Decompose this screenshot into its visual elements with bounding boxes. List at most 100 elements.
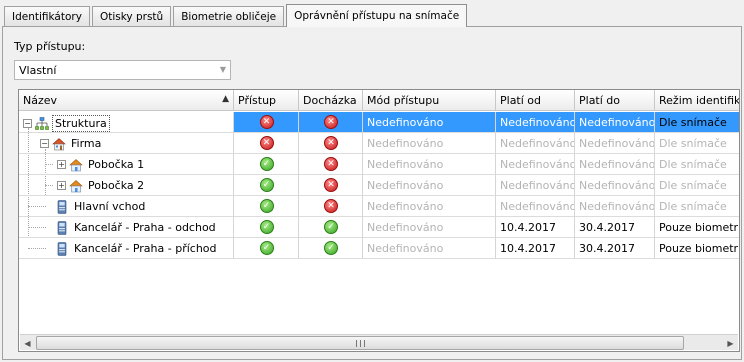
access-cell[interactable]: ✕ (234, 112, 299, 133)
name-cell[interactable]: − Firma (19, 133, 234, 154)
attendance-cell[interactable]: ✓ (299, 238, 363, 259)
tree-node-label[interactable]: Kancelář - Praha - příchod (72, 241, 219, 256)
identification-mode-cell[interactable]: Dle snímače (655, 112, 739, 133)
attendance-cell[interactable]: ✓ (299, 217, 363, 238)
horizontal-scrollbar[interactable]: ◀ ▶ (20, 334, 738, 350)
attendance-cell[interactable]: ✕ (299, 154, 363, 175)
scroll-left-icon[interactable]: ◀ (20, 336, 35, 350)
name-cell[interactable]: + Pobočka 2 (19, 175, 234, 196)
attendance-cell[interactable]: ✕ (299, 133, 363, 154)
valid-from-cell[interactable]: 10.4.2017 (496, 238, 575, 259)
valid-to-cell[interactable]: Nedefinováno (575, 175, 655, 196)
tab-biometrie-obliceje[interactable]: Biometrie obličeje (173, 6, 285, 26)
valid-from-cell[interactable]: Nedefinováno (496, 112, 575, 133)
access-mode-cell[interactable]: Nedefinováno (363, 112, 496, 133)
tab-identifikatory[interactable]: Identifikátory (4, 6, 90, 26)
access-mode-cell[interactable]: Nedefinováno (363, 133, 496, 154)
tree-node-label[interactable]: Struktura (52, 115, 110, 132)
name-cell[interactable]: − Struktura (19, 112, 234, 133)
table-row[interactable]: − Firma ✕ ✕ Nedefinováno Nedefinováno Nedefino… (19, 133, 739, 154)
check-icon[interactable]: ✓ (259, 220, 274, 234)
attendance-cell[interactable]: ✕ (299, 196, 363, 217)
attendance-cell[interactable]: ✕ (299, 112, 363, 133)
valid-from-cell[interactable]: Nedefinováno (496, 175, 575, 196)
access-type-combo[interactable]: Vlastní ▼ (14, 60, 231, 80)
table-row[interactable]: − Struktura ✕ ✕ Nedefinováno Nedefinováno Nede… (19, 112, 739, 133)
table-row[interactable]: Kancelář - Praha - příchod ✓ ✓ Nedefinováno… (19, 238, 739, 259)
branch-house-icon (69, 179, 83, 193)
collapse-icon[interactable]: − (23, 119, 32, 128)
valid-from-cell[interactable]: Nedefinováno (496, 133, 575, 154)
name-cell[interactable]: Kancelář - Praha - odchod (19, 217, 234, 238)
tree-node-label[interactable]: Kancelář - Praha - odchod (72, 220, 218, 235)
check-icon[interactable]: ✓ (259, 241, 274, 255)
column-header-dochazka[interactable]: Docházka (299, 90, 363, 111)
deny-icon[interactable]: ✕ (259, 136, 274, 150)
attendance-cell[interactable]: ✕ (299, 175, 363, 196)
access-cell[interactable]: ✓ (234, 238, 299, 259)
identification-mode-cell[interactable]: Dle snímače (655, 175, 739, 196)
tree-node-label[interactable]: Firma (69, 136, 103, 151)
identification-mode-cell[interactable]: Pouze biometri (655, 217, 739, 238)
identification-mode-cell[interactable]: Dle snímače (655, 133, 739, 154)
name-cell[interactable]: Hlavní vchod (19, 196, 234, 217)
tree-node-label[interactable]: Pobočka 1 (86, 157, 146, 172)
deny-icon[interactable]: ✕ (324, 157, 338, 171)
chevron-down-icon[interactable]: ▼ (220, 65, 226, 74)
column-header-nazev[interactable]: Název ▲ (19, 90, 234, 111)
collapse-icon[interactable]: − (40, 139, 49, 148)
column-header-plati-do[interactable]: Platí do (575, 90, 655, 111)
name-cell[interactable]: + Pobočka 1 (19, 154, 234, 175)
identification-mode-cell[interactable]: Dle snímače (655, 196, 739, 217)
column-header-plati-od[interactable]: Platí od (496, 90, 575, 111)
deny-icon[interactable]: ✕ (324, 199, 338, 213)
access-mode-cell[interactable]: Nedefinováno (363, 217, 496, 238)
access-cell[interactable]: ✓ (234, 154, 299, 175)
tree-node-label[interactable]: Pobočka 2 (86, 178, 146, 193)
tab-otisky-prstu[interactable]: Otisky prstů (91, 6, 172, 26)
deny-icon[interactable]: ✕ (324, 115, 338, 129)
expand-icon[interactable]: + (57, 160, 66, 169)
valid-to-cell[interactable]: 30.4.2017 (575, 217, 655, 238)
valid-to-cell[interactable]: 30.4.2017 (575, 238, 655, 259)
check-icon[interactable]: ✓ (324, 220, 338, 234)
column-header-pristup[interactable]: Přístup (234, 90, 299, 111)
access-mode-cell[interactable]: Nedefinováno (363, 175, 496, 196)
valid-to-cell[interactable]: Nedefinováno (575, 133, 655, 154)
check-icon[interactable]: ✓ (259, 157, 274, 171)
table-row[interactable]: Hlavní vchod ✓ ✕ Nedefinováno Nedefinováno Ne… (19, 196, 739, 217)
deny-icon[interactable]: ✕ (324, 178, 338, 192)
check-icon[interactable]: ✓ (324, 241, 338, 255)
deny-icon[interactable]: ✕ (324, 136, 338, 150)
valid-to-cell[interactable]: Nedefinováno (575, 154, 655, 175)
identification-mode-cell[interactable]: Pouze biometri (655, 238, 739, 259)
column-header-rezim-identifikace[interactable]: Režim identifika (655, 90, 739, 111)
table-row[interactable]: + Pobočka 2 ✓ ✕ Nedefinováno Nedefinováno Nede… (19, 175, 739, 196)
access-mode-cell[interactable]: Nedefinováno (363, 154, 496, 175)
column-header-mod-pristupu[interactable]: Mód přístupu (363, 90, 496, 111)
access-cell[interactable]: ✓ (234, 196, 299, 217)
tab-opravneni-pristupu[interactable]: Oprávnění přístupu na snímače (286, 4, 468, 27)
column-divider (298, 112, 299, 259)
table-row[interactable]: + Pobočka 1 ✓ ✕ Nedefinováno Nedefinováno Nede… (19, 154, 739, 175)
access-cell[interactable]: ✓ (234, 175, 299, 196)
scrollbar-thumb[interactable] (36, 336, 684, 350)
valid-from-cell[interactable]: 10.4.2017 (496, 217, 575, 238)
check-icon[interactable]: ✓ (259, 199, 274, 213)
deny-icon[interactable]: ✕ (259, 115, 274, 129)
access-mode-cell[interactable]: Nedefinováno (363, 238, 496, 259)
valid-to-cell[interactable]: Nedefinováno (575, 196, 655, 217)
valid-from-cell[interactable]: Nedefinováno (496, 196, 575, 217)
check-icon[interactable]: ✓ (259, 178, 274, 192)
table-row[interactable]: Kancelář - Praha - odchod ✓ ✓ Nedefinováno 1… (19, 217, 739, 238)
valid-to-cell[interactable]: Nedefinováno (575, 112, 655, 133)
identification-mode-cell[interactable]: Dle snímače (655, 154, 739, 175)
access-cell[interactable]: ✓ (234, 217, 299, 238)
valid-from-cell[interactable]: Nedefinováno (496, 154, 575, 175)
access-cell[interactable]: ✕ (234, 133, 299, 154)
expand-icon[interactable]: + (57, 181, 66, 190)
name-cell[interactable]: Kancelář - Praha - příchod (19, 238, 234, 259)
tree-node-label[interactable]: Hlavní vchod (72, 199, 147, 214)
scroll-right-icon[interactable]: ▶ (723, 336, 738, 350)
access-mode-cell[interactable]: Nedefinováno (363, 196, 496, 217)
